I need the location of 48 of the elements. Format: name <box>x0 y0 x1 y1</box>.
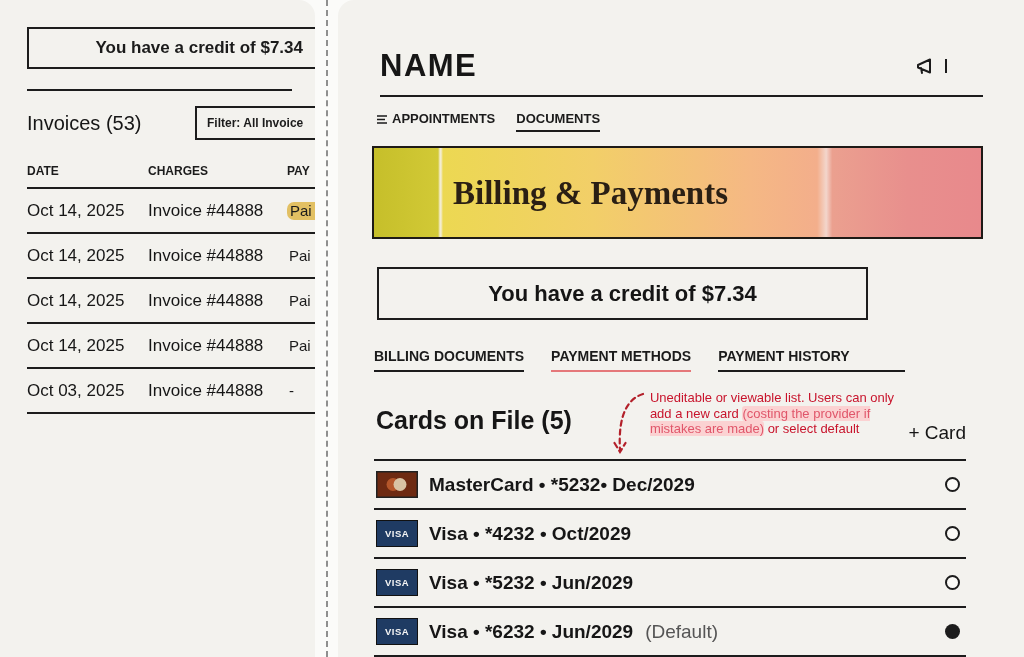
curved-arrow-icon <box>612 390 647 456</box>
card-details: Visa • *6232 • Jun/2029 <box>429 620 634 643</box>
credit-notice: You have a credit of $7.34 <box>27 27 315 69</box>
menu-icon[interactable] <box>377 114 387 124</box>
banner-title: Billing & Payments <box>453 173 728 213</box>
table-cell: Invoice #44888 <box>148 245 264 266</box>
table-cell: Invoice #44888 <box>148 290 264 311</box>
card-details: Visa • *4232 • Oct/2029 <box>429 522 632 545</box>
column-header: PAY <box>287 164 310 178</box>
table-cell: Invoice #44888 <box>148 335 264 356</box>
card-logo: VISA <box>376 520 418 547</box>
table-cell: Invoice #44888 <box>148 200 264 221</box>
status-badge: Pai <box>287 201 315 220</box>
annotation-text: Uneditable or viewable list. Users can only add a new card (costing the provider if mistakes are made) or select default <box>649 390 896 437</box>
card-logo: VISA <box>376 618 418 645</box>
radio-button[interactable] <box>945 575 960 590</box>
nav-tab[interactable]: DOCUMENTS <box>516 111 601 132</box>
table-cell: Oct 14, 2025 <box>27 335 125 356</box>
filter-dropdown[interactable]: Filter: All Invoice <box>195 106 315 140</box>
default-label: (Default) <box>645 620 718 643</box>
card-details: MasterCard • *5232• Dec/2029 <box>429 473 695 496</box>
card-details: Visa • *5232 • Jun/2029 <box>429 571 634 594</box>
tab[interactable]: PAYMENT METHODS <box>551 348 692 372</box>
invoices-title: Invoices (53) <box>27 111 142 135</box>
page-title: NAME <box>380 47 478 85</box>
column-header: CHARGES <box>148 164 208 178</box>
table-cell: Invoice #44888 <box>148 380 264 401</box>
table-cell-text: - <box>288 381 294 400</box>
tab[interactable]: BILLING DOCUMENTS <box>374 348 525 372</box>
table-cell: Oct 14, 2025 <box>27 290 125 311</box>
table-cell: Oct 03, 2025 <box>27 380 125 401</box>
radio-button[interactable] <box>945 526 960 541</box>
radio-button[interactable] <box>945 624 960 639</box>
section-title: Cards on File (5) <box>376 405 572 435</box>
tab[interactable]: PAYMENT HISTORY <box>718 348 905 372</box>
table-cell-text: Pai <box>288 246 311 265</box>
table-cell-text: Pai <box>288 336 311 355</box>
credit-notice: You have a credit of $7.34 <box>377 267 868 320</box>
table-cell-text: Pai <box>288 291 311 310</box>
card-logo: VISA <box>376 569 418 596</box>
table-cell: Oct 14, 2025 <box>27 245 125 266</box>
radio-button[interactable] <box>945 477 960 492</box>
table-cell: Oct 14, 2025 <box>27 200 125 221</box>
megaphone-icon[interactable] <box>916 58 933 74</box>
add-card-button[interactable]: + Card <box>908 421 966 445</box>
card-logo-icon <box>376 471 418 498</box>
column-header: DATE <box>27 164 59 178</box>
nav-tab[interactable]: APPOINTMENTS <box>377 111 496 132</box>
